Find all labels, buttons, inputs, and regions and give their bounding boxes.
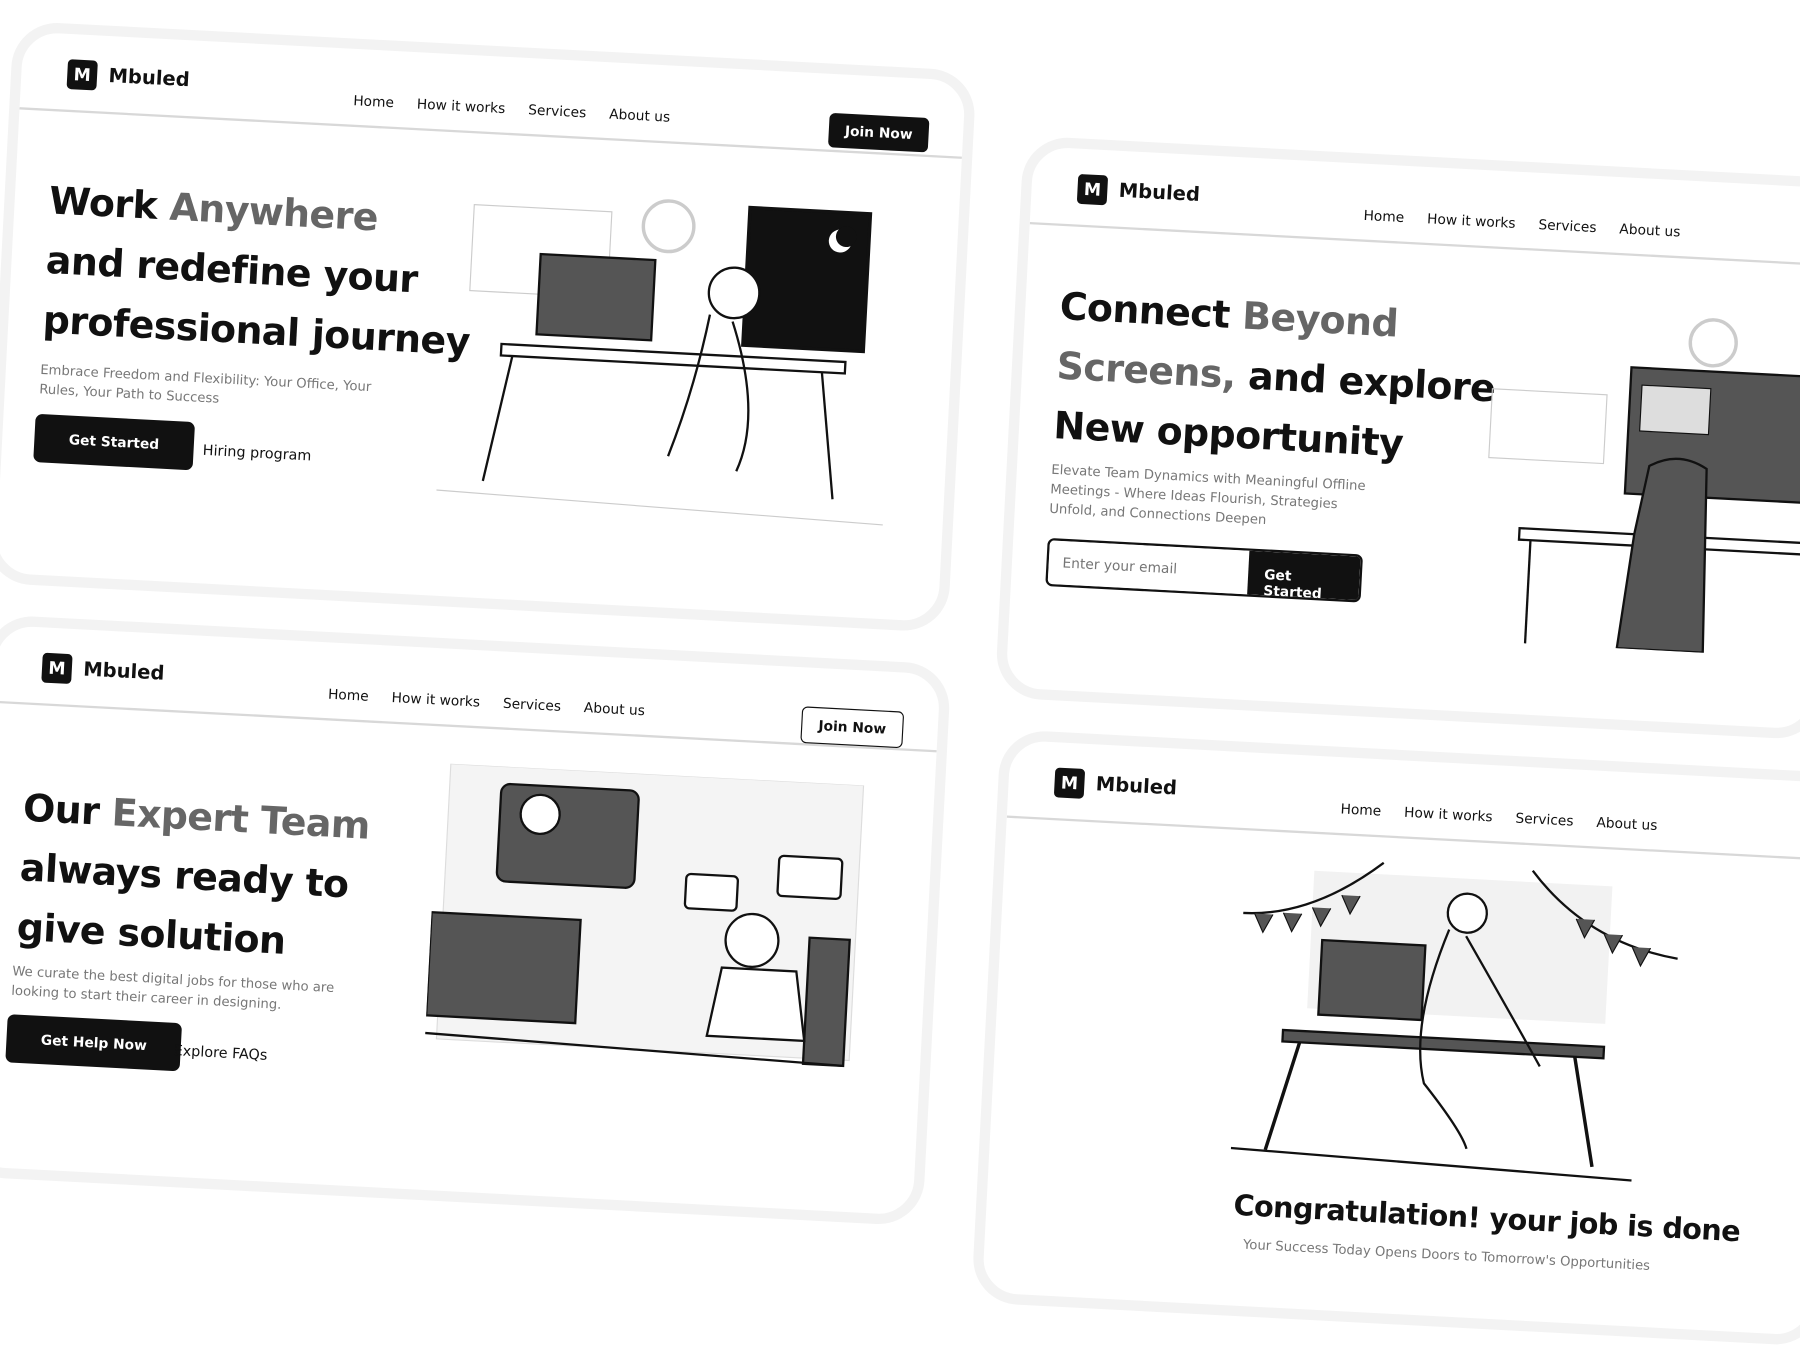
nav-how-it-works[interactable]: How it works [1404,804,1493,825]
brand-name: Mbuled [1095,773,1178,801]
logo-mark: M [1053,767,1086,799]
hero-title: Connect Beyond Screens, and explore New op… [1052,283,1497,466]
nav: Home How it works Services About us [1363,207,1681,240]
card-work-anywhere: M Mbuled Home How it works Services About us… [0,20,977,633]
nav-services[interactable]: Services [1538,216,1597,235]
header: M Mbuled Home How it works Services About us… [19,31,966,159]
logo-mark: M [1076,173,1109,206]
email-form: Get Started [1045,537,1364,603]
nav-services[interactable]: Services [528,102,587,121]
join-now-button[interactable]: Join Now [800,706,905,749]
logo[interactable]: M Mbuled [1053,767,1178,803]
congrats-subtitle: Your Success Today Opens Doors to Tomorr… [1242,1236,1651,1274]
nav-home[interactable]: Home [1340,801,1381,819]
card-expert-team: M Mbuled Home How it works Services About us… [0,614,952,1227]
nav: Home How it works Services About us [328,686,646,719]
hero-subtitle: Elevate Team Dynamics with Meaningful Of… [1048,461,1367,528]
logo-mark: M [41,652,73,685]
nav-about[interactable]: About us [609,106,671,125]
nav-about[interactable]: About us [1596,814,1658,833]
brand-name: Mbuled [82,658,165,686]
hiring-program-link[interactable]: Hiring program [202,441,311,464]
logo[interactable]: M Mbuled [1076,173,1201,210]
nav-how-it-works[interactable]: How it works [1427,211,1516,232]
hero-title: Our Expert Team always ready to give solut… [15,785,372,964]
nav-about[interactable]: About us [584,699,646,718]
nav-how-it-works[interactable]: How it works [416,96,505,117]
support-illustration [423,763,865,1068]
nav-home[interactable]: Home [1363,207,1404,225]
email-input[interactable] [1047,540,1250,595]
explore-faqs-link[interactable]: Explore FAQs [173,1041,267,1063]
logo-mark: M [66,59,98,91]
nav-services[interactable]: Services [503,695,562,714]
card-connect-beyond: M Mbuled Home How it works Services About us… [994,135,1800,741]
get-started-button[interactable]: Get Started [33,413,195,471]
nav-home[interactable]: Home [353,93,394,111]
hero-title: Work Anywhere and redefine your profession… [41,177,471,365]
header: M Mbuled Home How it works Services About us… [0,625,941,753]
nav: Home How it works Services About us [353,93,671,126]
logo[interactable]: M Mbuled [41,652,165,689]
brand-name: Mbuled [1118,179,1201,207]
header: M Mbuled Home How it works Services About us [1029,146,1800,267]
get-help-now-button[interactable]: Get Help Now [5,1014,183,1072]
nav-home[interactable]: Home [328,686,369,704]
card-congratulation: M Mbuled Home How it works Services About us… [971,728,1800,1347]
nav-about[interactable]: About us [1619,221,1681,240]
get-started-button[interactable]: Get Started [1247,550,1361,602]
hero-subtitle: Embrace Freedom and Flexibility: Your Of… [38,361,372,407]
celebration-illustration [1230,861,1678,1182]
brand-name: Mbuled [107,64,191,92]
nav-services[interactable]: Services [1515,810,1574,829]
nav-how-it-works[interactable]: How it works [391,689,480,710]
header: M Mbuled Home How it works Services About us [1006,739,1800,862]
desk-illustration [436,199,883,526]
video-call-illustration [1488,318,1800,654]
nav: Home How it works Services About us [1340,801,1658,834]
logo[interactable]: M Mbuled [66,59,191,95]
join-now-button[interactable]: Join Now [828,112,930,153]
